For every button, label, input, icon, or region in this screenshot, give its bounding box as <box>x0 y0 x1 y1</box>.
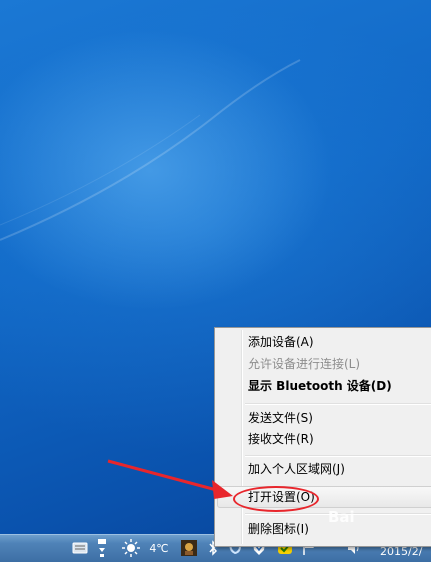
watermark-text: Bai <box>328 508 355 526</box>
annotation-arrow <box>107 459 233 499</box>
